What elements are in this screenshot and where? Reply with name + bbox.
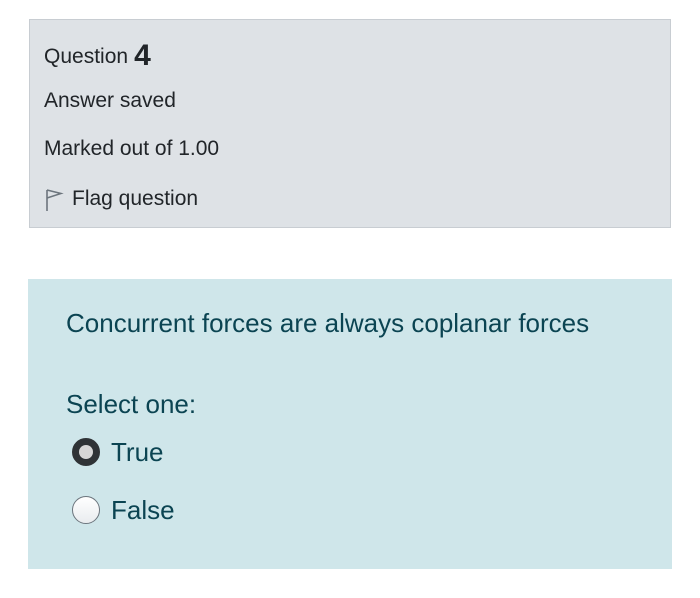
radio-selected-dot [79,445,93,459]
flag-question-label: Flag question [72,187,199,210]
answer-prompt: Select one: [66,389,197,419]
flag-question-link[interactable]: Flag question [44,186,198,212]
question-label: Question [44,45,129,68]
radio-button-true[interactable] [72,438,100,466]
question-info-panel: Question 4 Answer saved Marked out of 1.0… [29,19,671,228]
question-number: 4 [134,39,151,72]
radio-button-false[interactable] [72,496,100,524]
question-heading: Question 4 [44,39,151,72]
answer-label-false: False [111,495,175,525]
answer-label-true: True [111,437,164,467]
question-grade: Marked out of 1.00 [44,137,220,160]
flag-icon [44,186,64,212]
question-text: Concurrent forces are always coplanar fo… [66,308,590,338]
question-state: Answer saved [44,89,176,112]
question-content-panel: Concurrent forces are always coplanar fo… [28,279,672,569]
answer-option-true[interactable]: True [72,436,164,468]
answer-option-false[interactable]: False [72,494,175,526]
